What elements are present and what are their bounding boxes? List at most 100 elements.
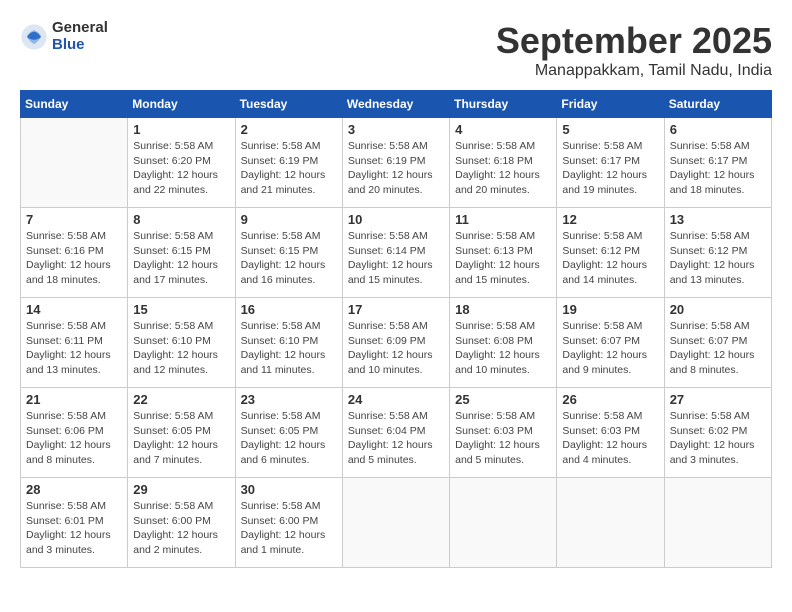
day-number: 10 bbox=[348, 212, 444, 227]
day-number: 14 bbox=[26, 302, 122, 317]
day-info: Sunrise: 5:58 AM Sunset: 6:15 PM Dayligh… bbox=[241, 229, 337, 288]
calendar-week-row: 1 Sunrise: 5:58 AM Sunset: 6:20 PM Daylig… bbox=[21, 118, 772, 208]
calendar-week-row: 21 Sunrise: 5:58 AM Sunset: 6:06 PM Dayli… bbox=[21, 388, 772, 478]
calendar-cell: 8 Sunrise: 5:58 AM Sunset: 6:15 PM Daylig… bbox=[128, 208, 235, 298]
day-info: Sunrise: 5:58 AM Sunset: 6:02 PM Dayligh… bbox=[670, 409, 766, 468]
weekday-header-row: SundayMondayTuesdayWednesdayThursdayFrid… bbox=[21, 91, 772, 118]
calendar-cell: 6Sunrise: 5:58 AM Sunset: 6:17 PM Daylig… bbox=[664, 118, 771, 208]
day-info: Sunrise: 5:58 AM Sunset: 6:05 PM Dayligh… bbox=[241, 409, 337, 468]
day-number: 4 bbox=[455, 122, 551, 137]
day-number: 1 bbox=[133, 122, 229, 137]
calendar-cell bbox=[664, 478, 771, 568]
weekday-header-sunday: Sunday bbox=[21, 91, 128, 118]
day-number: 24 bbox=[348, 392, 444, 407]
calendar-cell: 17Sunrise: 5:58 AM Sunset: 6:09 PM Dayli… bbox=[342, 298, 449, 388]
day-number: 17 bbox=[348, 302, 444, 317]
calendar-week-row: 28 Sunrise: 5:58 AM Sunset: 6:01 PM Dayli… bbox=[21, 478, 772, 568]
calendar-cell: 10 Sunrise: 5:58 AM Sunset: 6:14 PM Dayli… bbox=[342, 208, 449, 298]
day-info: Sunrise: 5:58 AM Sunset: 6:01 PM Dayligh… bbox=[26, 499, 122, 558]
day-number: 11 bbox=[455, 212, 551, 227]
day-number: 27 bbox=[670, 392, 766, 407]
calendar-cell bbox=[342, 478, 449, 568]
calendar-cell: 24 Sunrise: 5:58 AM Sunset: 6:04 PM Dayli… bbox=[342, 388, 449, 478]
logo-blue-text: Blue bbox=[52, 37, 108, 54]
calendar-week-row: 7 Sunrise: 5:58 AM Sunset: 6:16 PM Daylig… bbox=[21, 208, 772, 298]
day-number: 12 bbox=[562, 212, 658, 227]
calendar-cell bbox=[21, 118, 128, 208]
calendar-cell: 18Sunrise: 5:58 AM Sunset: 6:08 PM Dayli… bbox=[450, 298, 557, 388]
month-title: September 2025 bbox=[496, 20, 772, 62]
weekday-header-saturday: Saturday bbox=[664, 91, 771, 118]
calendar-cell: 12 Sunrise: 5:58 AM Sunset: 6:12 PM Dayli… bbox=[557, 208, 664, 298]
calendar-cell: 20 Sunrise: 5:58 AM Sunset: 6:07 PM Dayli… bbox=[664, 298, 771, 388]
day-info: Sunrise: 5:58 AM Sunset: 6:03 PM Dayligh… bbox=[455, 409, 551, 468]
day-number: 25 bbox=[455, 392, 551, 407]
calendar-cell: 11 Sunrise: 5:58 AM Sunset: 6:13 PM Dayli… bbox=[450, 208, 557, 298]
calendar-cell: 16Sunrise: 5:58 AM Sunset: 6:10 PM Dayli… bbox=[235, 298, 342, 388]
day-number: 15 bbox=[133, 302, 229, 317]
day-number: 7 bbox=[26, 212, 122, 227]
day-info: Sunrise: 5:58 AM Sunset: 6:17 PM Dayligh… bbox=[562, 139, 658, 198]
day-number: 30 bbox=[241, 482, 337, 497]
day-info: Sunrise: 5:58 AM Sunset: 6:19 PM Dayligh… bbox=[348, 139, 444, 198]
calendar-cell: 14 Sunrise: 5:58 AM Sunset: 6:11 PM Dayli… bbox=[21, 298, 128, 388]
day-info: Sunrise: 5:58 AM Sunset: 6:14 PM Dayligh… bbox=[348, 229, 444, 288]
day-info: Sunrise: 5:58 AM Sunset: 6:05 PM Dayligh… bbox=[133, 409, 229, 468]
weekday-header-wednesday: Wednesday bbox=[342, 91, 449, 118]
day-info: Sunrise: 5:58 AM Sunset: 6:13 PM Dayligh… bbox=[455, 229, 551, 288]
day-info: Sunrise: 5:58 AM Sunset: 6:00 PM Dayligh… bbox=[241, 499, 337, 558]
calendar-cell: 23Sunrise: 5:58 AM Sunset: 6:05 PM Dayli… bbox=[235, 388, 342, 478]
day-info: Sunrise: 5:58 AM Sunset: 6:18 PM Dayligh… bbox=[455, 139, 551, 198]
calendar-cell bbox=[450, 478, 557, 568]
day-info: Sunrise: 5:58 AM Sunset: 6:15 PM Dayligh… bbox=[133, 229, 229, 288]
logo-icon bbox=[20, 23, 48, 51]
calendar-cell: 5 Sunrise: 5:58 AM Sunset: 6:17 PM Daylig… bbox=[557, 118, 664, 208]
day-info: Sunrise: 5:58 AM Sunset: 6:07 PM Dayligh… bbox=[670, 319, 766, 378]
calendar-cell: 4 Sunrise: 5:58 AM Sunset: 6:18 PM Daylig… bbox=[450, 118, 557, 208]
day-number: 21 bbox=[26, 392, 122, 407]
weekday-header-monday: Monday bbox=[128, 91, 235, 118]
day-number: 8 bbox=[133, 212, 229, 227]
calendar-table: SundayMondayTuesdayWednesdayThursdayFrid… bbox=[20, 90, 772, 568]
weekday-header-thursday: Thursday bbox=[450, 91, 557, 118]
calendar-week-row: 14 Sunrise: 5:58 AM Sunset: 6:11 PM Dayli… bbox=[21, 298, 772, 388]
day-info: Sunrise: 5:58 AM Sunset: 6:16 PM Dayligh… bbox=[26, 229, 122, 288]
weekday-header-tuesday: Tuesday bbox=[235, 91, 342, 118]
calendar-cell: 30 Sunrise: 5:58 AM Sunset: 6:00 PM Dayli… bbox=[235, 478, 342, 568]
logo: General Blue bbox=[20, 20, 108, 53]
calendar-cell: 19Sunrise: 5:58 AM Sunset: 6:07 PM Dayli… bbox=[557, 298, 664, 388]
logo-general-text: General bbox=[52, 20, 108, 37]
calendar-cell: 15 Sunrise: 5:58 AM Sunset: 6:10 PM Dayli… bbox=[128, 298, 235, 388]
day-info: Sunrise: 5:58 AM Sunset: 6:12 PM Dayligh… bbox=[562, 229, 658, 288]
page-header: General Blue September 2025 Manappakkam,… bbox=[20, 20, 772, 80]
title-block: September 2025 Manappakkam, Tamil Nadu, … bbox=[496, 20, 772, 80]
day-number: 22 bbox=[133, 392, 229, 407]
calendar-cell: 9 Sunrise: 5:58 AM Sunset: 6:15 PM Daylig… bbox=[235, 208, 342, 298]
calendar-cell: 29 Sunrise: 5:58 AM Sunset: 6:00 PM Dayli… bbox=[128, 478, 235, 568]
calendar-cell: 13Sunrise: 5:58 AM Sunset: 6:12 PM Dayli… bbox=[664, 208, 771, 298]
day-number: 2 bbox=[241, 122, 337, 137]
weekday-header-friday: Friday bbox=[557, 91, 664, 118]
day-info: Sunrise: 5:58 AM Sunset: 6:10 PM Dayligh… bbox=[133, 319, 229, 378]
day-info: Sunrise: 5:58 AM Sunset: 6:07 PM Dayligh… bbox=[562, 319, 658, 378]
calendar-cell: 3 Sunrise: 5:58 AM Sunset: 6:19 PM Daylig… bbox=[342, 118, 449, 208]
location-subtitle: Manappakkam, Tamil Nadu, India bbox=[496, 62, 772, 80]
day-number: 28 bbox=[26, 482, 122, 497]
calendar-cell: 27 Sunrise: 5:58 AM Sunset: 6:02 PM Dayli… bbox=[664, 388, 771, 478]
day-number: 20 bbox=[670, 302, 766, 317]
calendar-cell: 2Sunrise: 5:58 AM Sunset: 6:19 PM Daylig… bbox=[235, 118, 342, 208]
day-info: Sunrise: 5:58 AM Sunset: 6:04 PM Dayligh… bbox=[348, 409, 444, 468]
day-number: 13 bbox=[670, 212, 766, 227]
day-number: 9 bbox=[241, 212, 337, 227]
calendar-cell: 25 Sunrise: 5:58 AM Sunset: 6:03 PM Dayli… bbox=[450, 388, 557, 478]
day-number: 6 bbox=[670, 122, 766, 137]
day-number: 29 bbox=[133, 482, 229, 497]
day-info: Sunrise: 5:58 AM Sunset: 6:11 PM Dayligh… bbox=[26, 319, 122, 378]
day-info: Sunrise: 5:58 AM Sunset: 6:20 PM Dayligh… bbox=[133, 139, 229, 198]
day-info: Sunrise: 5:58 AM Sunset: 6:06 PM Dayligh… bbox=[26, 409, 122, 468]
calendar-cell: 26Sunrise: 5:58 AM Sunset: 6:03 PM Dayli… bbox=[557, 388, 664, 478]
day-info: Sunrise: 5:58 AM Sunset: 6:00 PM Dayligh… bbox=[133, 499, 229, 558]
day-number: 26 bbox=[562, 392, 658, 407]
day-number: 3 bbox=[348, 122, 444, 137]
day-number: 5 bbox=[562, 122, 658, 137]
